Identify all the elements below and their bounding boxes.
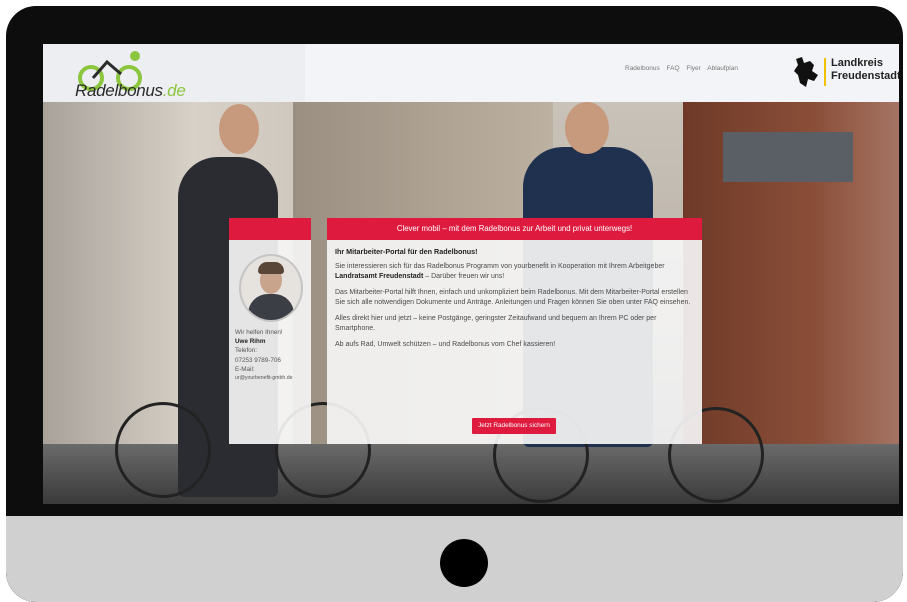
partner-line1: Landkreis xyxy=(831,57,883,69)
cyclist-left-head xyxy=(219,104,259,154)
contact-card: Wir helfen Ihnen! Uwe Rihm Telefon: 0725… xyxy=(229,218,311,444)
nav-item-ablaufplan[interactable]: Ablaufplan xyxy=(707,65,738,72)
avatar-body xyxy=(248,294,294,320)
contact-name: Uwe Rihm xyxy=(235,338,266,346)
screen: Radelbonus.de Radelbonus FAQ Flyer Ablau… xyxy=(43,44,899,504)
monitor-frame: Radelbonus.de Radelbonus FAQ Flyer Ablau… xyxy=(6,6,903,602)
intro-card: Clever mobil – mit dem Radelbonus zur Ar… xyxy=(327,218,702,444)
contact-email-label: E-Mail: xyxy=(235,365,255,373)
cyclist-right-head xyxy=(565,102,609,154)
avatar xyxy=(239,254,303,322)
intro-heading: Ihr Mitarbeiter-Portal für den Radelbonu… xyxy=(335,247,478,256)
intro-paragraph-4: Ab aufs Rad, Umwelt schützen – und Radel… xyxy=(335,340,556,348)
bike-wheel xyxy=(115,402,211,498)
avatar-hair xyxy=(258,262,284,274)
contact-phone[interactable]: 07253 9789-706 xyxy=(235,356,292,365)
secure-radelbonus-button[interactable]: Jetzt Radelbonus sichern xyxy=(472,418,556,434)
intro-paragraph-2: Das Mitarbeiter-Portal hilft Ihnen, einf… xyxy=(335,288,691,307)
intro-paragraph-1: Sie interessieren sich für das Radelbonu… xyxy=(335,262,694,283)
intro-paragraph-3: Alles direkt hier und jetzt – keine Post… xyxy=(335,314,657,333)
partner-divider xyxy=(824,58,826,86)
intro-p1-text: Sie interessieren sich für das Radelbonu… xyxy=(335,262,665,270)
nav-item-faq[interactable]: FAQ xyxy=(667,65,680,72)
intro-banner: Clever mobil – mit dem Radelbonus zur Ar… xyxy=(327,218,702,240)
partner-line2: Freudenstadt xyxy=(831,70,899,82)
partner-logo-text[interactable]: Landkreis Freudenstadt xyxy=(831,57,899,83)
site-header: Radelbonus.de Radelbonus FAQ Flyer Ablau… xyxy=(43,44,899,102)
contact-card-bar xyxy=(229,218,311,240)
logo-area[interactable]: Radelbonus.de xyxy=(43,44,305,102)
contact-help-text: Wir helfen Ihnen! xyxy=(235,329,283,336)
contact-email[interactable]: ur@yourbenefit-gmbh.de xyxy=(235,374,292,383)
intro-body: Ihr Mitarbeiter-Portal für den Radelbonu… xyxy=(327,240,702,350)
employer-name: Landratsamt Freudenstadt xyxy=(335,273,424,280)
logo-wordmark: Radelbonus.de xyxy=(75,81,186,100)
nav-item-flyer[interactable]: Flyer xyxy=(686,65,700,72)
main-nav: Radelbonus FAQ Flyer Ablaufplan xyxy=(625,65,743,72)
intro-p1-text-end: – Darüber freuen wir uns! xyxy=(423,273,505,280)
coat-of-arms-icon xyxy=(794,57,818,87)
power-button xyxy=(440,539,488,587)
contact-info: Wir helfen Ihnen! Uwe Rihm Telefon: 0725… xyxy=(235,328,292,383)
nav-item-radelbonus[interactable]: Radelbonus xyxy=(625,65,660,72)
store-sign xyxy=(723,132,853,182)
contact-phone-label: Telefon: xyxy=(235,347,258,355)
